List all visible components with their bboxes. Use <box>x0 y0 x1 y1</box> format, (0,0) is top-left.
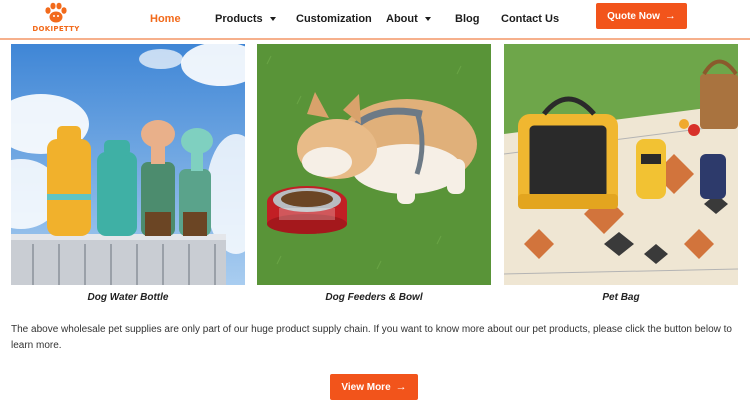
nav-item-label: Home <box>150 13 181 25</box>
brand-logo[interactable]: DOKIPETTY <box>26 2 86 38</box>
quote-now-label: Quote Now <box>607 10 660 22</box>
dog-feeders-bowl-image[interactable] <box>257 44 491 285</box>
nav-item-home[interactable]: Home <box>150 13 215 25</box>
nav-item-label: Products <box>215 13 263 25</box>
quote-now-button[interactable]: Quote Now → <box>596 3 687 29</box>
product-caption[interactable]: Dog Feeders & Bowl <box>257 292 491 303</box>
chevron-down-icon <box>424 17 431 21</box>
view-more-label: View More <box>341 381 391 393</box>
product-card-pet-bag[interactable]: Pet Bag <box>504 44 738 303</box>
main-nav: Home Products Customization About Blog C… <box>150 0 581 38</box>
nav-item-about[interactable]: About <box>386 13 455 25</box>
product-caption[interactable]: Dog Water Bottle <box>11 292 245 303</box>
nav-item-label: Contact Us <box>501 13 560 25</box>
product-card-water-bottle[interactable]: Dog Water Bottle <box>11 44 245 303</box>
paw-icon <box>45 2 67 23</box>
nav-item-label: About <box>386 13 418 25</box>
product-card-feeders-bowl[interactable]: Dog Feeders & Bowl <box>257 44 491 303</box>
product-description: The above wholesale pet supplies are onl… <box>11 324 732 351</box>
view-more-button[interactable]: View More → <box>330 374 418 400</box>
nav-item-label: Blog <box>455 13 480 25</box>
arrow-right-icon: → <box>395 381 407 393</box>
dog-water-bottle-image[interactable] <box>11 44 245 285</box>
product-caption[interactable]: Pet Bag <box>504 292 738 303</box>
nav-item-customization[interactable]: Customization <box>296 13 386 25</box>
nav-item-label: Customization <box>296 13 372 25</box>
nav-item-contact-us[interactable]: Contact Us <box>501 13 581 25</box>
nav-item-products[interactable]: Products <box>215 13 296 25</box>
chevron-down-icon <box>269 17 276 21</box>
site-header: DOKIPETTY Home Products Customization Ab… <box>0 0 750 40</box>
nav-item-blog[interactable]: Blog <box>455 13 501 25</box>
arrow-right-icon: → <box>664 10 676 22</box>
pet-bag-image[interactable] <box>504 44 738 285</box>
brand-name: DOKIPETTY <box>32 25 80 33</box>
